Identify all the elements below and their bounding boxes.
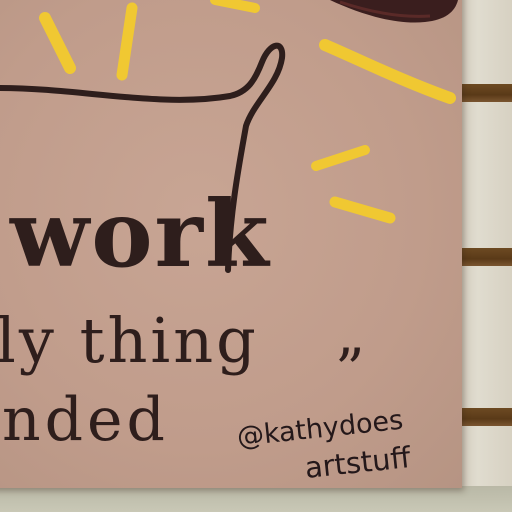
card-line-3: nded xyxy=(2,385,169,455)
artist-handle-suffix: artstuff xyxy=(303,440,413,485)
card-artwork: work ly thing ” nded @kathydoes artstuff xyxy=(0,0,458,485)
card-line-2: ly thing xyxy=(0,304,259,377)
card-line-1: work xyxy=(9,180,271,288)
card-quote-mark: ” xyxy=(335,336,365,404)
photo-scene: work ly thing ” nded @kathydoes artstuff xyxy=(0,0,512,512)
